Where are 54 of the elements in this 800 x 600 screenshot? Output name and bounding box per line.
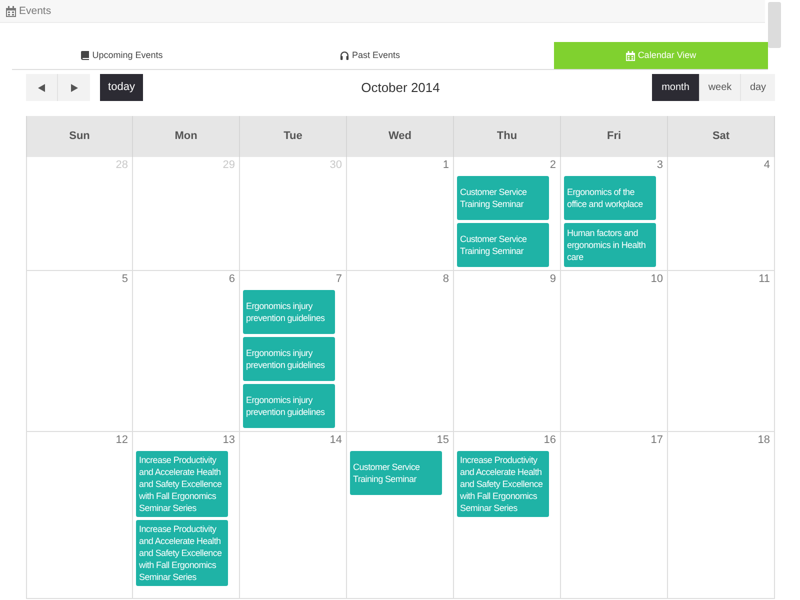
day-number: 5 <box>122 272 128 287</box>
tab[interactable]: Calendar View <box>554 42 768 69</box>
weekday-header: Mon <box>133 116 240 157</box>
page-title: Events <box>19 4 52 18</box>
day-number: 13 <box>222 433 235 448</box>
weekday-header: Wed <box>347 116 454 157</box>
weekday-header: Tue <box>240 116 347 157</box>
headphones-icon <box>340 51 349 60</box>
tab[interactable]: Past Events <box>340 42 400 69</box>
day-number: 18 <box>758 433 770 448</box>
calendar-event[interactable]: Increase Productivity and Accelerate Health and Safety Excellence with Fall Ergonomics Seminar Series <box>457 451 549 517</box>
day-number: 12 <box>116 433 128 448</box>
caret-right-icon <box>70 84 78 92</box>
calendar-event[interactable]: Increase Productivity and Accelerate Health and Safety Excellence with Fall Ergonomics Seminar Series <box>136 451 228 517</box>
calendar-event[interactable]: Ergonomics of the office and workplace <box>564 176 656 220</box>
calendar-event[interactable]: Customer Service Training Seminar <box>457 176 549 220</box>
calendar-event[interactable]: Ergonomics injury prevention guidelines <box>243 337 335 381</box>
day-number: 14 <box>330 433 342 448</box>
book-icon <box>81 51 90 60</box>
calendar-icon <box>6 6 16 16</box>
weekday-header: Thu <box>454 116 561 157</box>
weekday-header: Sat <box>668 116 775 157</box>
view-toggle-button[interactable]: week <box>699 74 740 101</box>
day-number: 15 <box>436 433 449 448</box>
previous-button[interactable] <box>26 74 58 101</box>
tab[interactable]: Upcoming Events <box>81 42 163 69</box>
day-number: 2 <box>550 158 556 173</box>
day-number: 10 <box>650 272 663 287</box>
calendar-event[interactable]: Ergonomics injury prevention guidelines <box>243 384 335 428</box>
day-number: 16 <box>544 433 556 448</box>
calendar-event[interactable]: Increase Productivity and Accelerate Health and Safety Excellence with Fall Ergonomics Seminar Series <box>136 520 228 586</box>
day-number: 11 <box>758 272 770 287</box>
day-number: 1 <box>442 158 449 173</box>
calendar-title: October 2014 <box>361 78 440 97</box>
calendar-event[interactable]: Ergonomics injury prevention guidelines <box>243 290 335 334</box>
day-number: 6 <box>228 272 235 287</box>
view-toggle-button[interactable]: day <box>740 74 775 101</box>
calendar-event[interactable]: Customer Service Training Seminar <box>350 451 442 495</box>
day-number: 9 <box>550 272 556 287</box>
calendar-icon <box>626 50 635 60</box>
next-button[interactable] <box>58 74 90 101</box>
day-number: 3 <box>656 158 663 173</box>
weekday-header: Sun <box>26 116 133 157</box>
view-toggle-button[interactable]: month <box>652 74 699 101</box>
weekday-header: Fri <box>561 116 668 157</box>
day-number: 7 <box>336 272 342 287</box>
day-number: 4 <box>764 158 770 173</box>
today-button[interactable]: today <box>100 74 143 101</box>
day-number: 17 <box>650 433 663 448</box>
caret-left-icon <box>38 84 45 92</box>
scrollbar-thumb[interactable] <box>768 2 781 48</box>
calendar-event[interactable]: Human factors and ergonomics in Health care <box>564 223 656 267</box>
calendar-event[interactable]: Customer Service Training Seminar <box>457 223 549 267</box>
day-number: 8 <box>442 272 449 287</box>
